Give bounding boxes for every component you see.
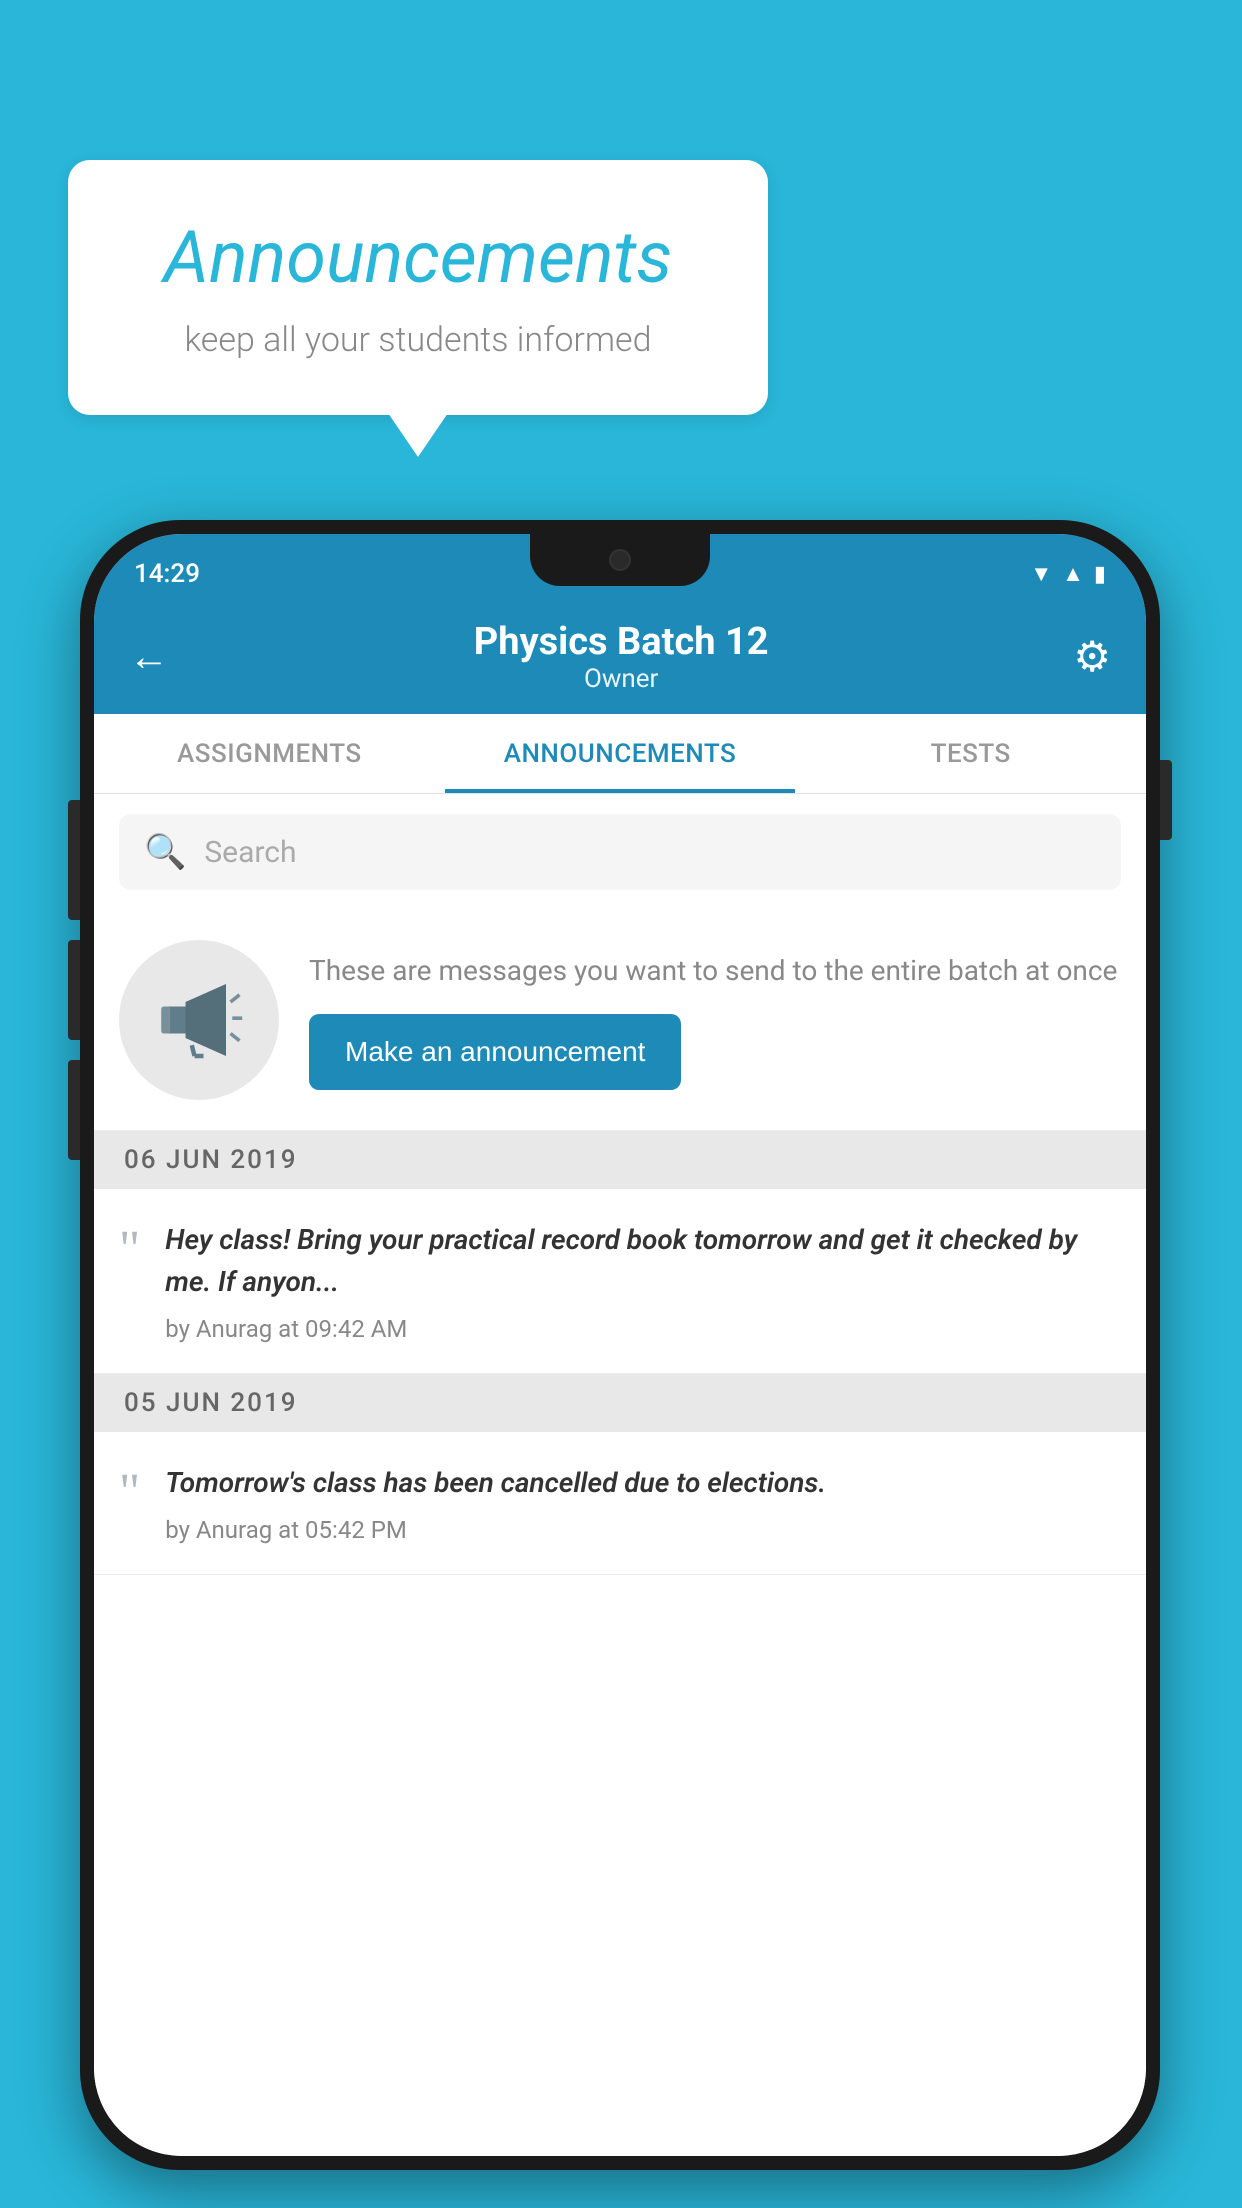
announcement-meta-2: by Anurag at 05:42 PM [165,1516,1121,1544]
quote-icon-2: " [119,1462,140,1544]
announcement-message-2: Tomorrow's class has been cancelled due … [165,1462,1121,1504]
announcement-text-group-2: Tomorrow's class has been cancelled due … [165,1462,1121,1544]
announcement-item-1: " Hey class! Bring your practical record… [94,1189,1146,1374]
speech-bubble-subtitle: keep all your students informed [128,320,708,360]
promo-section: These are messages you want to send to t… [94,910,1146,1131]
tab-announcements[interactable]: ANNOUNCEMENTS [445,714,796,793]
status-time: 14:29 [134,559,200,589]
date-separator-2: 05 JUN 2019 [94,1374,1146,1432]
notch [530,534,710,586]
megaphone-icon [154,975,244,1065]
camera [609,549,631,571]
back-button[interactable]: ← [129,633,169,680]
header-title-group: Physics Batch 12 Owner [474,620,769,694]
announcement-text-group-1: Hey class! Bring your practical record b… [165,1219,1121,1343]
announcement-message-1: Hey class! Bring your practical record b… [165,1219,1121,1303]
promo-icon-circle [119,940,279,1100]
header-subtitle: Owner [474,664,769,694]
announcement-item-2: " Tomorrow's class has been cancelled du… [94,1432,1146,1575]
quote-icon-1: " [119,1219,140,1343]
promo-description: These are messages you want to send to t… [309,950,1121,992]
phone-container: 14:29 ▼ ▲ ▮ ← Physics Batch 12 Owner ⚙ [80,520,1160,2170]
gear-icon[interactable]: ⚙ [1073,632,1111,682]
speech-bubble-container: Announcements keep all your students inf… [68,160,768,415]
tab-tests[interactable]: TESTS [795,714,1146,793]
tabs-container: ASSIGNMENTS ANNOUNCEMENTS TESTS [94,714,1146,794]
wifi-icon: ▼ [1030,561,1052,587]
battery-icon: ▮ [1094,562,1106,587]
search-placeholder: Search [204,835,296,870]
promo-text-group: These are messages you want to send to t… [309,950,1121,1090]
header-title: Physics Batch 12 [474,620,769,664]
app-header: ← Physics Batch 12 Owner ⚙ [94,599,1146,714]
search-bar[interactable]: 🔍 Search [119,814,1121,890]
date-separator-1: 06 JUN 2019 [94,1131,1146,1189]
speech-bubble-title: Announcements [128,215,708,300]
announcement-meta-1: by Anurag at 09:42 AM [165,1315,1121,1343]
phone-outer: 14:29 ▼ ▲ ▮ ← Physics Batch 12 Owner ⚙ [80,520,1160,2170]
tab-assignments[interactable]: ASSIGNMENTS [94,714,445,793]
status-icons: ▼ ▲ ▮ [1030,561,1106,587]
speech-bubble: Announcements keep all your students inf… [68,160,768,415]
make-announcement-button[interactable]: Make an announcement [309,1014,681,1090]
signal-icon: ▲ [1062,561,1084,587]
content-area: 🔍 Search [94,794,1146,2156]
phone-screen: 14:29 ▼ ▲ ▮ ← Physics Batch 12 Owner ⚙ [94,534,1146,2156]
search-icon: 🔍 [144,832,186,872]
